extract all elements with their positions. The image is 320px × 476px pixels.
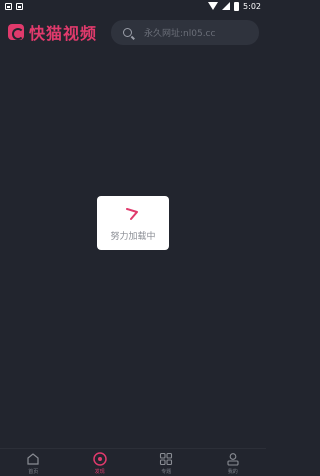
app-header: 快猫视频 永久网址:nl05.cc — [0, 16, 266, 48]
search-placeholder: 永久网址:nl05.cc — [144, 29, 216, 39]
signal-icon — [222, 2, 231, 10]
loading-dialog: 努力加载中 — [97, 196, 169, 250]
app-notification-icon — [16, 2, 23, 10]
bottom-nav: 首页 发现 专题 我的 — [0, 448, 266, 476]
nav-label-profile: 我的 — [227, 469, 238, 475]
nav-label-discover: 发现 — [94, 469, 105, 475]
battery-icon — [234, 1, 240, 11]
nav-item-discover[interactable]: 发现 — [75, 450, 125, 475]
status-left — [5, 2, 23, 10]
loading-spinner-icon — [126, 207, 138, 220]
grid-icon — [160, 452, 173, 466]
nav-label-topics: 专题 — [161, 469, 172, 475]
search-input[interactable]: 永久网址:nl05.cc — [111, 20, 259, 45]
app-logo-icon — [8, 24, 24, 40]
status-bar: 5:02 — [0, 0, 266, 12]
wifi-icon — [208, 2, 219, 10]
nav-item-profile[interactable]: 我的 — [208, 450, 258, 475]
search-icon — [123, 28, 132, 37]
status-time: 5:02 — [243, 1, 261, 11]
loading-text: 努力加载中 — [110, 231, 156, 242]
home-icon — [27, 453, 39, 465]
user-icon — [227, 453, 239, 466]
status-right: 5:02 — [208, 1, 261, 11]
gallery-notification-icon — [5, 2, 12, 10]
nav-label-home: 首页 — [28, 469, 39, 475]
nav-item-home[interactable]: 首页 — [8, 450, 58, 475]
disc-icon — [93, 452, 107, 466]
app-title: 快猫视频 — [29, 24, 98, 43]
nav-item-topics[interactable]: 专题 — [141, 450, 191, 475]
